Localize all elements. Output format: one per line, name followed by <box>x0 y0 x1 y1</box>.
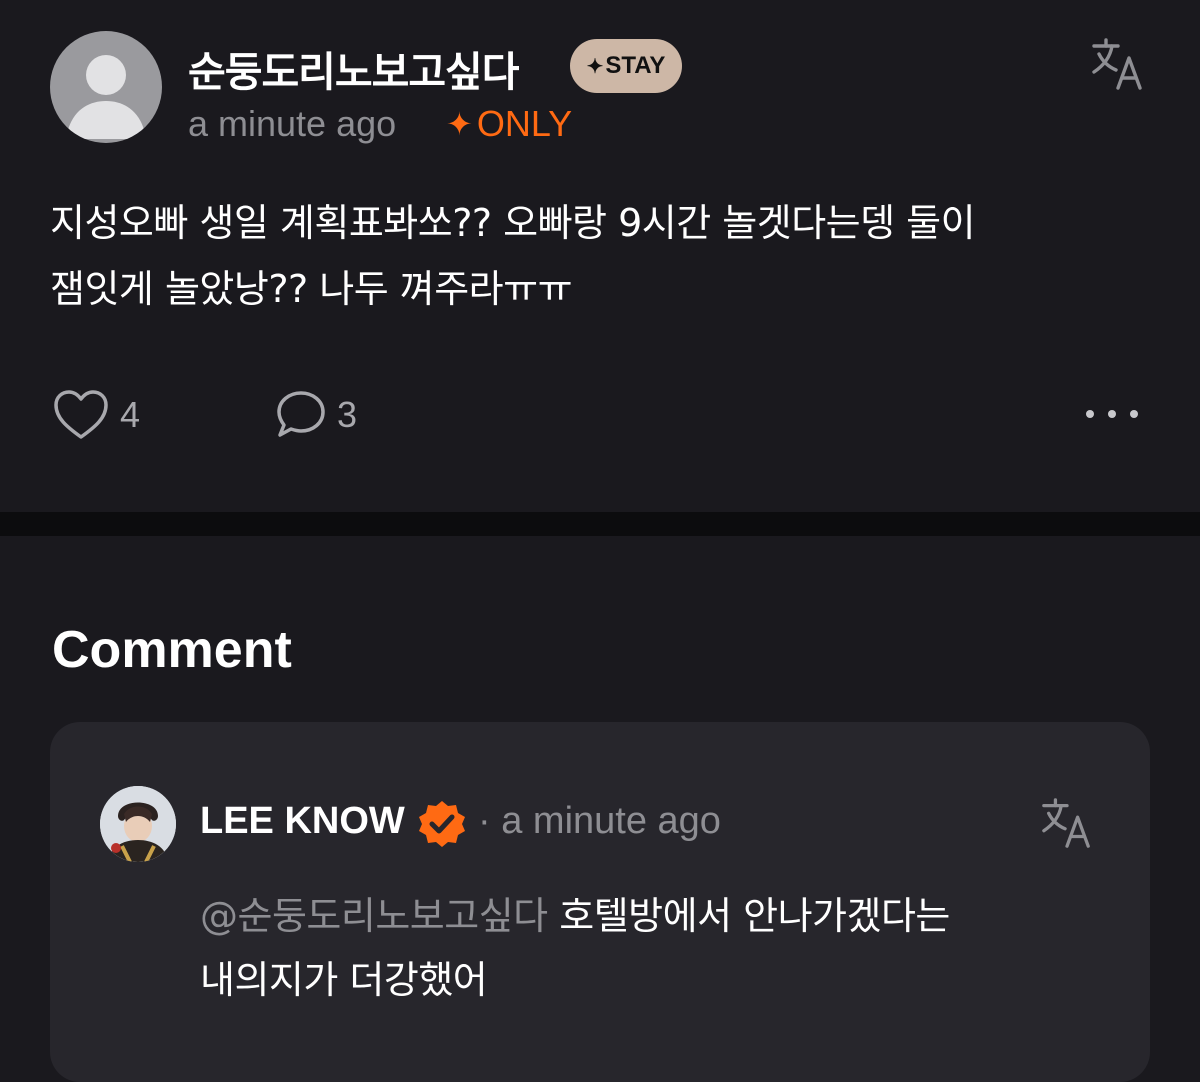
mention-link[interactable]: @순둥도리노보고싶다 <box>200 894 548 938</box>
translate-icon[interactable] <box>1090 36 1146 92</box>
comment-text: 호텔방에서 안나가겠다는 <box>559 894 950 938</box>
post-author-name[interactable]: 순둥도리노보고싶다 <box>188 38 519 98</box>
more-dots-icon[interactable] <box>1082 397 1142 431</box>
only-label: ONLY <box>476 103 573 144</box>
comment-button[interactable]: 3 <box>275 387 357 443</box>
section-divider <box>0 512 1200 536</box>
post-body: 지성오빠 생일 계획표봐쏘?? 오빠랑 9시간 놀겟다는뎅 둘이 잼잇게 놀았낭… <box>50 190 1160 322</box>
stay-badge: ✦ STAY <box>570 39 682 93</box>
stay-badge-label: STAY <box>605 52 666 79</box>
commenter-name[interactable]: LEE KNOW <box>200 800 405 843</box>
post-body-line: 지성오빠 생일 계획표봐쏘?? 오빠랑 9시간 놀겟다는뎅 둘이 <box>50 201 976 245</box>
post-body-line: 잼잇게 놀았낭?? 나두 껴주라ㅠㅠ <box>50 267 573 311</box>
commenter-avatar[interactable] <box>100 786 176 862</box>
default-user-icon <box>66 55 146 139</box>
heart-icon <box>54 390 108 439</box>
comment-bubble-icon <box>277 391 325 437</box>
comment-section-heading: Comment <box>52 621 292 679</box>
comment-count: 3 <box>337 394 358 435</box>
post-timestamp: a minute ago <box>188 103 397 144</box>
verified-badge-icon <box>419 801 465 847</box>
author-avatar[interactable] <box>50 31 162 143</box>
sparkle-icon: ✦ <box>586 55 604 78</box>
artist-avatar-image <box>100 786 176 862</box>
comment-line: 내의지가 더강했어 <box>200 958 488 1002</box>
meta-separator: · <box>478 800 491 842</box>
like-button[interactable]: 4 <box>52 387 140 443</box>
like-count: 4 <box>120 394 141 435</box>
comment-timestamp: · a minute ago <box>478 800 721 843</box>
only-tag: ✦ ONLY <box>446 103 572 145</box>
comment-time: a minute ago <box>501 800 721 842</box>
sparkle-icon: ✦ <box>446 106 473 142</box>
translate-icon[interactable] <box>1040 796 1094 850</box>
comment-line: @순둥도리노보고싶다 호텔방에서 안나가겠다는 <box>200 884 1120 948</box>
comment-body: @순둥도리노보고싶다 호텔방에서 안나가겠다는 내의지가 더강했어 <box>200 884 1120 1012</box>
